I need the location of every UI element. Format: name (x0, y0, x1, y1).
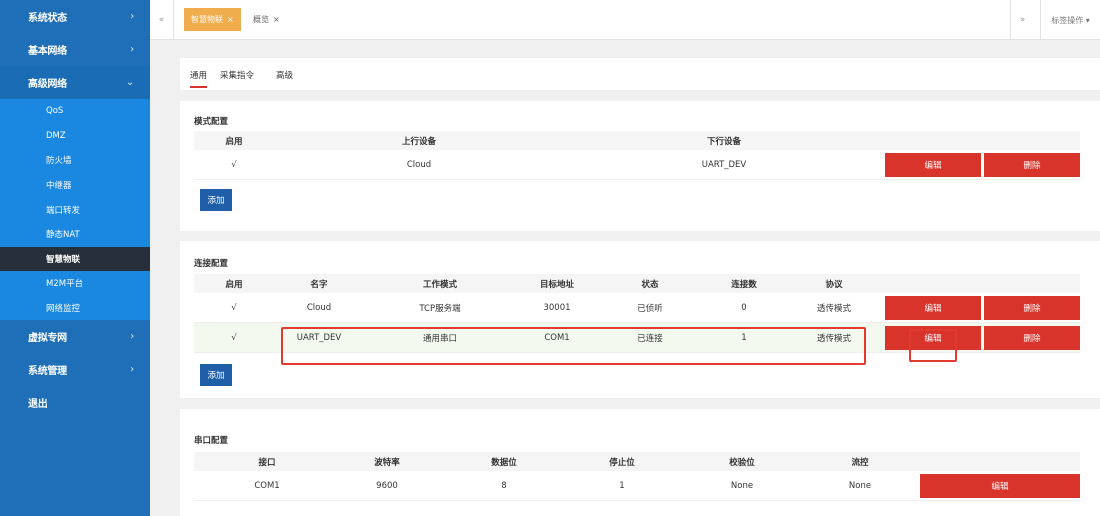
stop-bits-cell: 1 (619, 480, 625, 491)
column-header: 启用 (225, 136, 243, 147)
enabled-cell: √ (231, 159, 237, 170)
tab-bar: « 智慧物联 × 概览 × » 标签操作 ▾ (150, 0, 1100, 40)
column-header: 上行设备 (401, 136, 437, 147)
sidebar: 系统状态 › 基本网络 › 高级网络 ⌄ QoS DMZ 防火墙 中继器 端口转… (0, 0, 150, 516)
add-button[interactable]: 添加 (200, 189, 232, 211)
status-cell: 已侦听 (637, 303, 663, 314)
highlight-box (909, 329, 957, 362)
enabled-cell: √ (231, 302, 237, 313)
parity-cell: None (730, 480, 754, 491)
chevron-right-icon: › (130, 11, 134, 22)
connection-config-panel: 连接配置 启用 名字 工作模式 目标地址 状态 连接数 协议 √ Cloud T… (180, 241, 1100, 398)
close-icon[interactable]: × (273, 15, 280, 24)
nav-label: 退出 (28, 399, 48, 411)
subtab-collect-commands[interactable]: 采集指令 (220, 69, 254, 81)
advanced-network-submenu: QoS DMZ 防火墙 中继器 端口转发 静态NAT 智慧物联 M2M平台 网络… (0, 99, 150, 321)
table-row: √ Cloud TCP服务端 30001 已侦听 0 透传模式 编辑 删除 (194, 293, 1080, 323)
tab-overview[interactable]: 概览 × (246, 8, 287, 31)
count-cell: 0 (741, 302, 747, 313)
add-button[interactable]: 添加 (200, 364, 232, 386)
nav-label: 系统状态 (28, 13, 67, 24)
edit-button[interactable]: 编辑 (920, 474, 1080, 498)
nav-logout[interactable]: 退出 (0, 386, 150, 419)
column-header: 目标地址 (539, 279, 575, 290)
chevron-right-icon: › (130, 364, 134, 376)
chevron-right-icon: › (130, 44, 134, 55)
tab-smart-iot[interactable]: 智慧物联 × (184, 8, 241, 31)
column-header: 工作模式 (422, 279, 458, 290)
column-header: 流控 (851, 457, 869, 468)
tab-label: 概览 (253, 15, 269, 24)
sidebar-item-dmz[interactable]: DMZ (0, 124, 150, 149)
table-header: 接口 波特率 数据位 停止位 校验位 流控 (194, 452, 1080, 471)
close-icon[interactable]: × (227, 15, 234, 24)
column-header: 接口 (258, 457, 276, 468)
sub-tabs: 通用 采集指令 高级 (180, 58, 1100, 90)
nav-label: 基本网络 (28, 46, 67, 57)
edit-button[interactable]: 编辑 (885, 296, 981, 320)
column-header: 协议 (825, 279, 843, 290)
subtab-advanced[interactable]: 高级 (276, 69, 293, 81)
sidebar-item-qos[interactable]: QoS (0, 99, 150, 124)
scroll-right-button[interactable]: » (1010, 0, 1034, 40)
table-row: COM1 9600 8 1 None None 编辑 (194, 471, 1080, 501)
mode-cell: TCP服务端 (419, 303, 461, 314)
delete-button[interactable]: 删除 (984, 153, 1080, 177)
table-row: √ Cloud UART_DEV 编辑 删除 (194, 150, 1080, 180)
sidebar-item-static-nat[interactable]: 静态NAT (0, 222, 150, 247)
delete-button[interactable]: 删除 (984, 326, 1080, 350)
table-header: 启用 上行设备 下行设备 (194, 131, 1080, 150)
nav-label: 高级网络 (28, 79, 67, 90)
column-header: 停止位 (609, 457, 635, 468)
column-header: 连接数 (731, 279, 757, 290)
section-title: 连接配置 (194, 259, 229, 269)
sidebar-item-firewall[interactable]: 防火墙 (0, 148, 150, 173)
target-cell: 30001 (543, 302, 571, 313)
name-cell: Cloud (306, 302, 332, 313)
section-title: 串口配置 (194, 436, 229, 446)
section-title: 模式配置 (194, 117, 229, 127)
subtab-general[interactable]: 通用 (190, 69, 208, 88)
chevron-right-icon: › (130, 331, 134, 343)
sidebar-item-smart-iot[interactable]: 智慧物联 (0, 246, 150, 272)
column-header: 波特率 (374, 457, 400, 468)
nav-advanced-network[interactable]: 高级网络 ⌄ (0, 66, 150, 99)
protocol-cell: 透传模式 (816, 303, 852, 314)
table-header: 启用 名字 工作模式 目标地址 状态 连接数 协议 (194, 274, 1080, 293)
column-header: 数据位 (491, 457, 517, 468)
column-header: 下行设备 (706, 136, 742, 147)
sidebar-item-repeater[interactable]: 中继器 (0, 173, 150, 198)
delete-button[interactable]: 删除 (984, 296, 1080, 320)
column-header: 校验位 (729, 457, 755, 468)
sidebar-item-network-monitor[interactable]: 网络监控 (0, 296, 150, 321)
nav-system-status[interactable]: 系统状态 › (0, 0, 150, 33)
scroll-left-button[interactable]: « (150, 0, 174, 40)
baud-cell: 9600 (376, 480, 398, 491)
edit-button[interactable]: 编辑 (885, 153, 981, 177)
column-header: 启用 (225, 279, 243, 290)
tab-label: 智慧物联 (191, 15, 223, 24)
nav-label: 系统管理 (28, 366, 67, 378)
nav-system-management[interactable]: 系统管理 › (0, 353, 150, 386)
serial-config-panel: 串口配置 接口 波特率 数据位 停止位 校验位 流控 COM1 9600 8 1… (180, 409, 1100, 516)
flow-control-cell: None (848, 480, 872, 491)
column-header: 名字 (310, 279, 328, 290)
nav-label: 虚拟专网 (28, 333, 67, 345)
nav-basic-network[interactable]: 基本网络 › (0, 33, 150, 66)
chevron-down-icon: ⌄ (125, 77, 134, 88)
sidebar-item-m2m-platform[interactable]: M2M平台 (0, 271, 150, 296)
port-cell: COM1 (254, 480, 280, 491)
downstream-cell: UART_DEV (701, 159, 747, 170)
sidebar-item-port-forward[interactable]: 端口转发 (0, 197, 150, 222)
upstream-cell: Cloud (406, 159, 432, 170)
mode-config-panel: 模式配置 启用 上行设备 下行设备 √ Cloud UART_DEV 编辑 删除… (180, 101, 1100, 231)
column-header: 状态 (641, 279, 659, 290)
nav-vpn[interactable]: 虚拟专网 › (0, 320, 150, 353)
data-bits-cell: 8 (501, 480, 507, 491)
highlight-box (281, 327, 866, 365)
enabled-cell: √ (231, 332, 237, 343)
tab-operations-dropdown[interactable]: 标签操作 ▾ (1040, 0, 1100, 40)
